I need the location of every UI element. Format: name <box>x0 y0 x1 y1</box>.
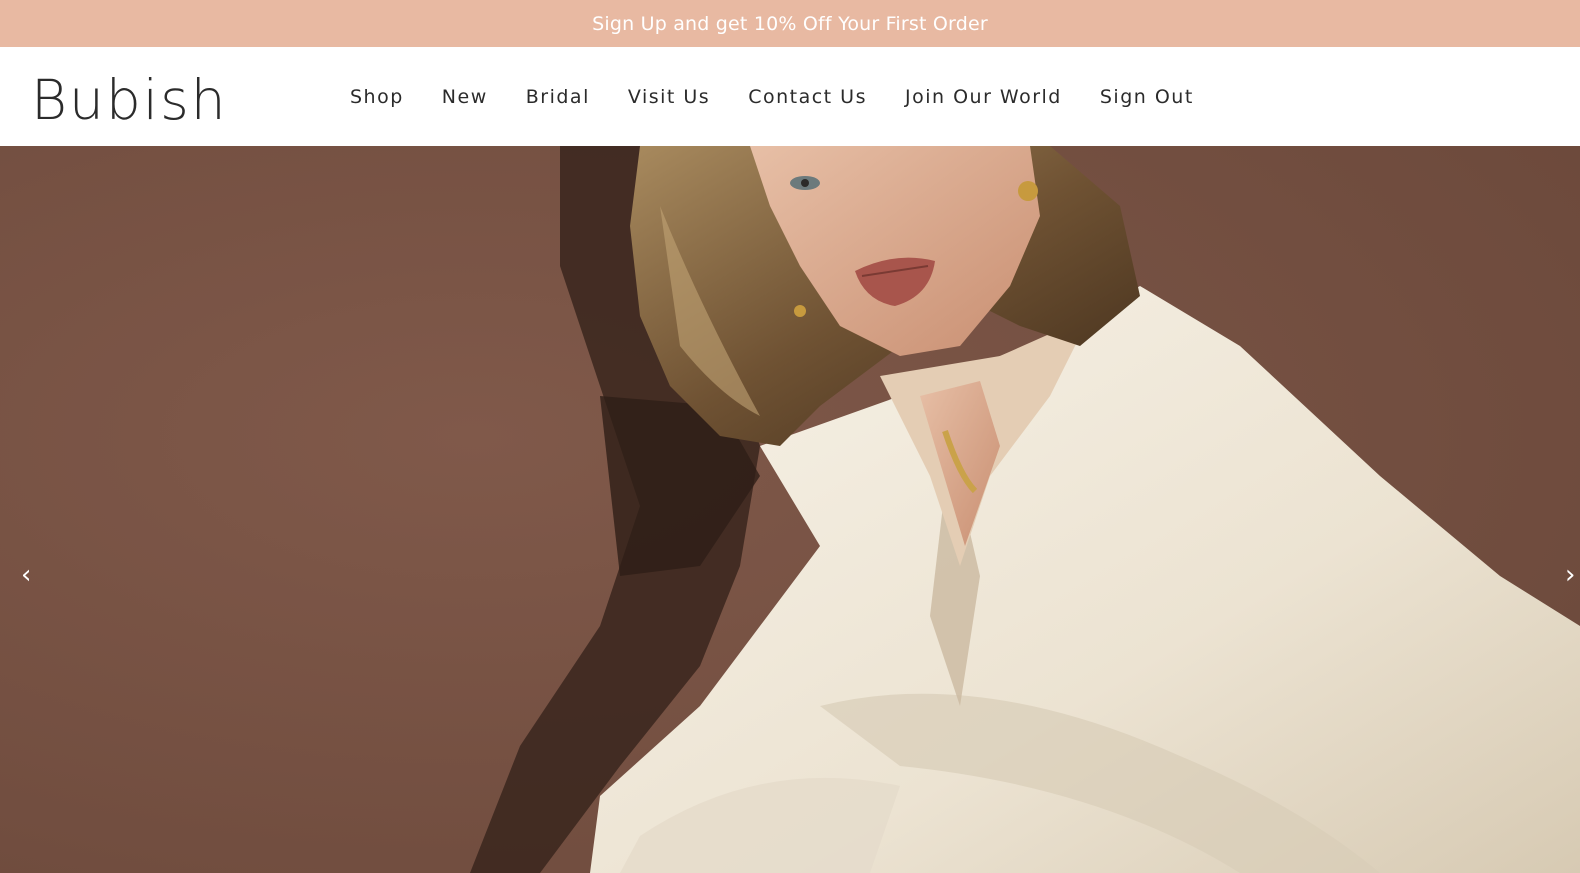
nav-bridal[interactable]: Bridal <box>526 86 590 108</box>
nav-sign-out[interactable]: Sign Out <box>1100 86 1194 108</box>
site-logo[interactable]: Bubish <box>31 67 228 133</box>
nav-join-our-world[interactable]: Join Our World <box>905 86 1062 108</box>
slideshow-prev-icon[interactable]: ‹ <box>21 560 31 590</box>
slideshow-next-icon[interactable]: › <box>1565 560 1575 590</box>
site-header: Bubish Shop New Bridal Visit Us Contact … <box>0 47 1580 146</box>
nav-visit-us[interactable]: Visit Us <box>628 86 710 108</box>
announcement-text[interactable]: Sign Up and get 10% Off Your First Order <box>592 13 988 35</box>
nav-contact-us[interactable]: Contact Us <box>748 86 867 108</box>
nav-new[interactable]: New <box>442 86 488 108</box>
hero-image <box>0 146 1580 873</box>
nav-shop[interactable]: Shop <box>350 86 404 108</box>
hero-slideshow[interactable]: ‹ › <box>0 146 1580 873</box>
announcement-bar[interactable]: Sign Up and get 10% Off Your First Order <box>0 0 1580 47</box>
main-nav: Shop New Bridal Visit Us Contact Us Join… <box>350 47 1232 146</box>
